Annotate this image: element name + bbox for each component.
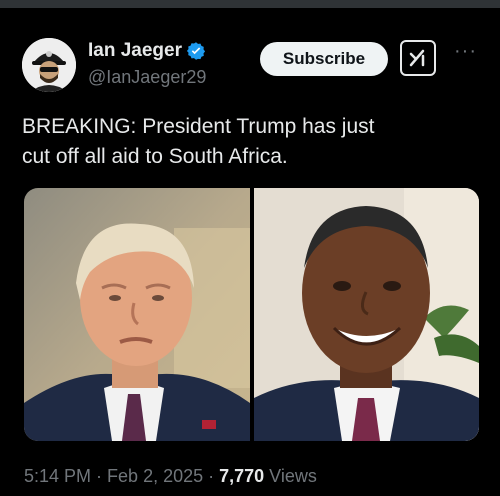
author-name[interactable]: Ian Jaeger bbox=[88, 40, 182, 62]
tweet-time[interactable]: 5:14 PM bbox=[24, 466, 91, 487]
name-row: Ian Jaeger bbox=[88, 40, 206, 62]
separator: · bbox=[91, 466, 108, 486]
grok-icon[interactable] bbox=[400, 40, 436, 76]
tweet-text: BREAKING: President Trump has just cut o… bbox=[22, 112, 482, 172]
photo-ramaphosa-portrait[interactable] bbox=[254, 188, 479, 441]
top-divider bbox=[0, 0, 500, 8]
tweet-date[interactable]: Feb 2, 2025 bbox=[107, 466, 203, 487]
author-handle[interactable]: @IanJaeger29 bbox=[88, 67, 206, 88]
more-icon[interactable]: ··· bbox=[454, 40, 477, 63]
separator: · bbox=[203, 466, 220, 486]
avatar[interactable] bbox=[22, 38, 76, 92]
verified-badge-icon bbox=[186, 42, 206, 60]
photo-trump-portrait[interactable] bbox=[24, 188, 250, 441]
views-label: Views bbox=[264, 466, 317, 486]
tweet-media[interactable] bbox=[24, 188, 479, 441]
tweet-meta: 5:14 PM · Feb 2, 2025 · 7,770 Views bbox=[24, 466, 317, 487]
views-count[interactable]: 7,770 bbox=[219, 466, 264, 487]
tweet-header: Ian Jaeger @IanJaeger29 Subscribe ··· bbox=[22, 34, 482, 94]
subscribe-button[interactable]: Subscribe bbox=[260, 42, 388, 76]
tweet-text-line: BREAKING: President Trump has just bbox=[22, 115, 375, 138]
tweet-text-line: cut off all aid to South Africa. bbox=[22, 145, 288, 168]
